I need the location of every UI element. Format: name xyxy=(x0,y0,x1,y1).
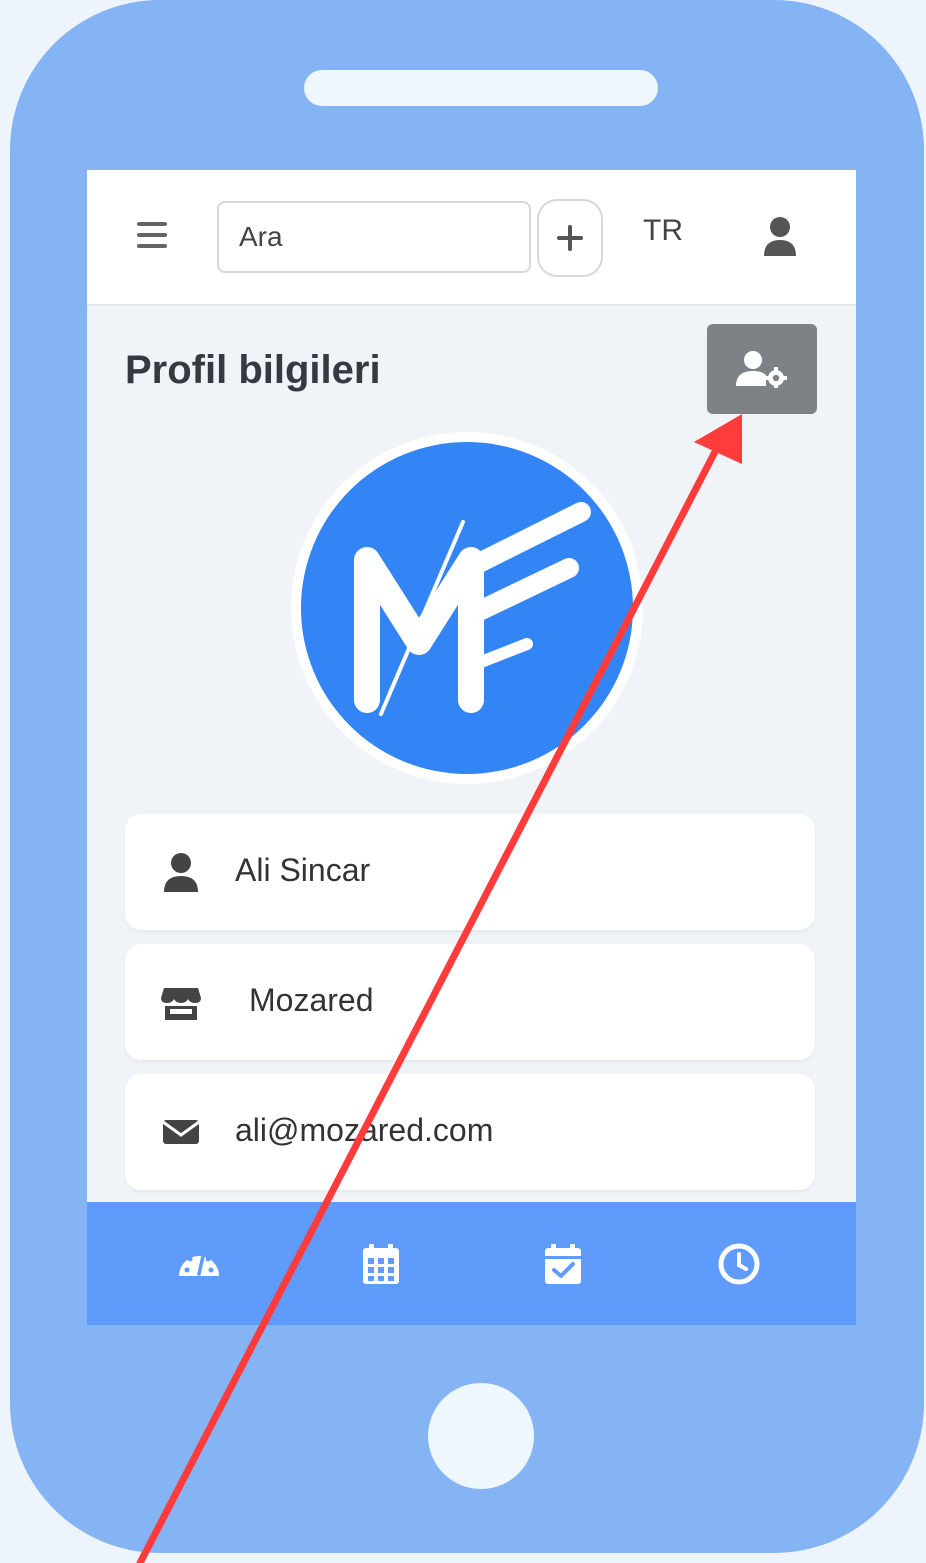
add-button[interactable] xyxy=(537,199,603,277)
search-input[interactable] xyxy=(217,201,531,273)
user-icon[interactable] xyxy=(762,216,798,256)
user-cog-icon xyxy=(736,351,787,388)
language-switch[interactable]: TR xyxy=(643,214,683,248)
info-card-company: Mozared xyxy=(125,944,815,1060)
phone-home-button xyxy=(428,1383,534,1489)
store-icon xyxy=(161,988,201,1020)
info-card-email: ali@mozared.com xyxy=(125,1074,815,1190)
clock-icon[interactable] xyxy=(717,1242,761,1286)
bottom-navbar xyxy=(87,1202,856,1325)
phone-speaker xyxy=(304,70,658,106)
plus-icon xyxy=(557,225,583,251)
profile-settings-button[interactable] xyxy=(707,324,817,414)
user-name: Ali Sincar xyxy=(235,852,371,888)
bars-icon[interactable] xyxy=(135,218,169,252)
user-email: ali@mozared.com xyxy=(235,1112,494,1148)
app-screen: TR Profil bilgileri xyxy=(87,170,856,1325)
profile-avatar xyxy=(291,432,643,784)
page-title: Profil bilgileri xyxy=(125,348,381,392)
envelope-icon xyxy=(162,1120,200,1144)
top-navbar: TR xyxy=(87,170,856,306)
company-name: Mozared xyxy=(249,982,374,1018)
user-icon xyxy=(164,853,198,892)
calendar-icon[interactable] xyxy=(359,1242,403,1286)
tachometer-icon[interactable] xyxy=(177,1242,221,1286)
info-card-name: Ali Sincar xyxy=(125,814,815,930)
company-logo xyxy=(291,442,643,784)
calendar-check-icon[interactable] xyxy=(541,1242,585,1286)
